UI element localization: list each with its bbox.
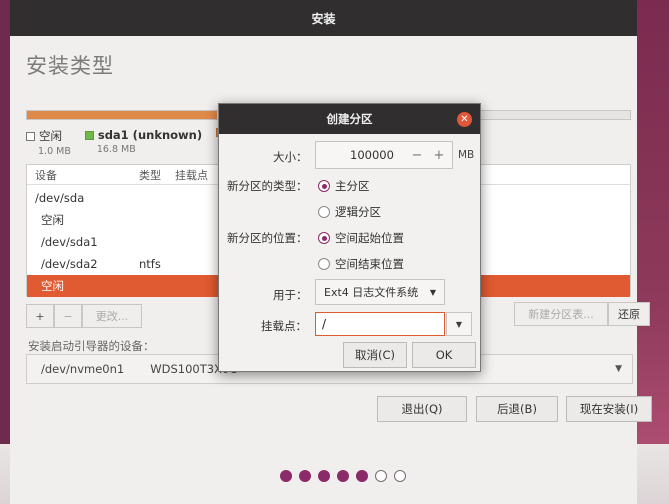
type-primary-radio[interactable]: 主分区 (318, 178, 370, 194)
filesystem-value: Ext4 日志文件系统 (324, 286, 419, 299)
quit-button[interactable]: 退出(Q) (377, 396, 467, 422)
location-start-label: 空间起始位置 (335, 231, 404, 245)
row-type: ntfs (139, 257, 161, 271)
location-end-radio[interactable]: 空间结束位置 (318, 256, 404, 272)
size-decrement-button[interactable]: − (406, 148, 428, 163)
back-button[interactable]: 后退(B) (476, 396, 558, 422)
size-unit: MB (458, 149, 475, 161)
window-titlebar: 安装 (10, 0, 637, 36)
column-header-type[interactable]: 类型 (139, 167, 161, 183)
radio-checked (318, 180, 330, 192)
install-now-button[interactable]: 现在安装(I) (566, 396, 652, 422)
bootloader-label: 安装启动引导器的设备： (28, 339, 155, 353)
change-partition-button[interactable]: 更改... (82, 304, 142, 328)
legend-swatch (26, 131, 35, 141)
column-header-device[interactable]: 设备 (35, 167, 57, 183)
progress-dot-filled (280, 470, 292, 482)
chevron-down-icon: ▼ (455, 319, 463, 329)
window-title: 安装 (311, 11, 336, 26)
radio-unchecked (318, 258, 330, 270)
new-partition-table-button[interactable]: 新建分区表... (514, 302, 608, 326)
legend-item-free: 空闲 1.0 MB (26, 128, 71, 157)
table-toolbar: + − 更改... (26, 304, 142, 328)
type-primary-label: 主分区 (335, 179, 370, 193)
legend-size: 16.8 MB (96, 144, 136, 155)
dialog-titlebar: 创建分区 ✕ (219, 104, 480, 134)
chevron-down-icon: ▼ (615, 364, 622, 374)
dialog-title: 创建分区 (326, 112, 373, 126)
bootloader-device: /dev/nvme0n1 (41, 362, 125, 376)
row-device: /dev/sda2 (41, 257, 98, 271)
size-value[interactable]: 100000 (350, 148, 406, 162)
ok-button[interactable]: OK (412, 342, 476, 368)
row-device: /dev/sda1 (41, 235, 98, 249)
disk-bar-segment (27, 111, 217, 119)
partition-location-label: 新分区的位置： (227, 231, 308, 245)
cancel-button[interactable]: 取消(C) (343, 342, 407, 368)
row-device: 空闲 (41, 213, 64, 227)
page-title: 安装类型 (26, 54, 114, 78)
chevron-down-icon: ▼ (429, 287, 436, 297)
partition-type-label: 新分区的类型： (227, 179, 308, 193)
progress-dot-filled (299, 470, 311, 482)
revert-button[interactable]: 还原 (608, 302, 650, 326)
size-spinbox[interactable]: 100000 − + (315, 141, 453, 169)
close-icon[interactable]: ✕ (457, 112, 472, 127)
disk-legend: 空闲 1.0 MB sda1 (unknown) 16.8 MB (26, 128, 226, 157)
type-logical-label: 逻辑分区 (335, 205, 381, 219)
use-as-label: 用于： (273, 288, 308, 302)
radio-unchecked (318, 206, 330, 218)
type-logical-radio[interactable]: 逻辑分区 (318, 204, 381, 220)
desktop-background-right (637, 0, 669, 504)
legend-item-sda1: sda1 (unknown) 16.8 MB (84, 128, 203, 157)
remove-partition-button[interactable]: − (54, 304, 82, 328)
legend-label: 空闲 (39, 129, 62, 143)
progress-dot-filled (318, 470, 330, 482)
progress-dot-filled (356, 470, 368, 482)
location-end-label: 空间结束位置 (335, 257, 404, 271)
column-header-mount[interactable]: 挂载点 (175, 167, 208, 183)
size-increment-button[interactable]: + (428, 148, 450, 163)
legend-label: sda1 (unknown) (97, 128, 203, 142)
filesystem-select[interactable]: Ext4 日志文件系统 ▼ (315, 279, 445, 305)
create-partition-dialog: 创建分区 ✕ 大小： 100000 − + MB 新分区的类型： 主分区 逻辑分… (218, 103, 481, 372)
radio-checked (318, 232, 330, 244)
progress-dot-empty (375, 470, 387, 482)
row-device: 空闲 (41, 279, 64, 293)
mount-point-input[interactable]: / (315, 312, 445, 336)
desktop-background-left (0, 0, 10, 504)
mount-point-value: / (322, 317, 327, 331)
location-start-radio[interactable]: 空间起始位置 (318, 230, 404, 246)
mount-point-label: 挂载点： (261, 319, 307, 333)
mount-point-dropdown-button[interactable]: ▼ (446, 312, 472, 336)
legend-swatch (84, 130, 94, 140)
add-partition-button[interactable]: + (26, 304, 54, 328)
size-label: 大小： (273, 150, 308, 164)
progress-dot-filled (337, 470, 349, 482)
legend-size: 1.0 MB (38, 146, 71, 157)
progress-dot-empty (394, 470, 406, 482)
row-device: /dev/sda (35, 191, 85, 205)
progress-dots (280, 470, 406, 482)
